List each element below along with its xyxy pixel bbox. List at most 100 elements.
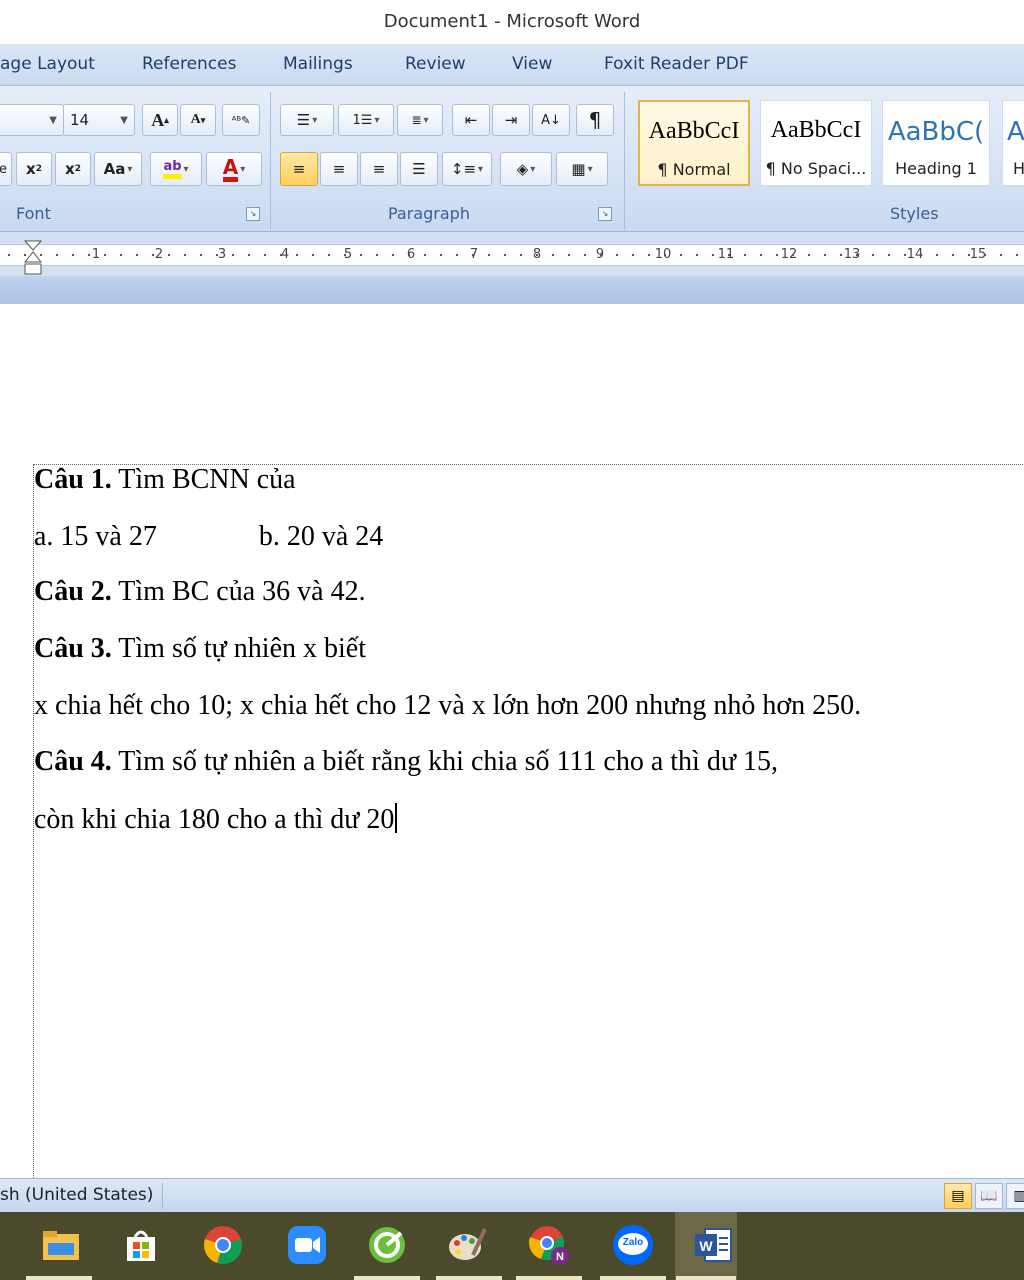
style-no-spacing[interactable]: AaBbCcI ¶ No Spaci... <box>760 100 872 186</box>
ruler-tick <box>440 254 442 256</box>
font-color-icon[interactable]: A <box>206 152 262 186</box>
tab-page-layout[interactable]: age Layout <box>0 54 95 74</box>
ruler-tick <box>744 254 746 256</box>
change-case-icon[interactable]: Aa <box>94 152 142 186</box>
doc-line-6[interactable]: Câu 4. Tìm số tự nhiên a biết rằng khi c… <box>34 746 778 778</box>
chrome-icon[interactable] <box>202 1224 244 1266</box>
align-right-icon[interactable]: ≡ <box>360 152 398 186</box>
ruler-tick <box>568 254 570 256</box>
title-bar: Document1 - Microsoft Word <box>0 0 1024 44</box>
doc-line-7[interactable]: còn khi chia 180 cho a thì dư 20 <box>34 803 398 836</box>
status-bar: sh (United States) ▤ 📖 ▥ <box>0 1178 1024 1212</box>
ruler-number: 7 <box>469 247 479 262</box>
tab-mailings[interactable]: Mailings <box>283 54 353 74</box>
doc-line-1[interactable]: Câu 1. Tìm BCNN của <box>34 464 296 496</box>
indent-marker-icon[interactable] <box>24 240 42 276</box>
ruler-tick <box>616 254 618 256</box>
doc-line-2[interactable]: a. 15 và 27 b. 20 và 24 <box>34 521 383 553</box>
greenshot-icon[interactable] <box>366 1224 408 1266</box>
grow-font-icon[interactable]: A ▴ <box>142 104 178 136</box>
show-formatting-marks-icon[interactable]: ¶ <box>576 104 614 136</box>
svg-text:N: N <box>556 1251 564 1263</box>
tab-view[interactable]: View <box>512 54 552 74</box>
borders-icon[interactable]: ▦ <box>556 152 608 186</box>
ribbon: ▼ 14▼ A▴ A▾ ᴬᴮ✎ e x2 x2 Aa ab A Font ↘ ☰… <box>0 86 1024 232</box>
style-heading-2[interactable]: A H <box>1002 100 1024 186</box>
file-explorer-icon[interactable] <box>40 1224 82 1266</box>
ribbon-tabs: age Layout References Mailings Review Vi… <box>0 44 1024 86</box>
styles-group-label: Styles <box>890 204 939 223</box>
shading-icon[interactable]: ◈ <box>500 152 552 186</box>
sort-icon[interactable]: A↓ <box>532 104 570 136</box>
style-normal[interactable]: AaBbCcI ¶ Normal <box>638 100 750 186</box>
zoom-icon[interactable] <box>286 1224 328 1266</box>
store-icon[interactable] <box>120 1224 162 1266</box>
paint-icon[interactable] <box>446 1224 488 1266</box>
strikethrough-icon[interactable]: e <box>0 152 12 186</box>
ruler-tick <box>344 254 346 256</box>
superscript-icon[interactable]: x2 <box>55 152 91 186</box>
subscript-icon[interactable]: x2 <box>16 152 52 186</box>
ruler-tick <box>600 254 602 256</box>
chrome-profile-icon[interactable]: N <box>528 1224 570 1266</box>
ruler-tick <box>424 254 426 256</box>
ruler-tick <box>264 254 266 256</box>
line-spacing-icon[interactable]: ↕≡ <box>442 152 492 186</box>
align-center-icon[interactable]: ≡ <box>320 152 358 186</box>
document-page[interactable]: Câu 1. Tìm BCNN của a. 15 và 27 b. 20 và … <box>0 304 1024 1184</box>
ruler-tick <box>680 254 682 256</box>
ruler-tick <box>8 254 10 256</box>
ruler-tick <box>712 254 714 256</box>
ruler-tick <box>552 254 554 256</box>
language-status[interactable]: sh (United States) <box>0 1185 153 1205</box>
increase-indent-icon[interactable]: ⇥ <box>492 104 530 136</box>
numbering-icon[interactable]: 1☰ <box>338 104 394 136</box>
doc-line-4[interactable]: Câu 3. Tìm số tự nhiên x biết <box>34 633 366 665</box>
horizontal-ruler[interactable]: 123456789101112131415 <box>0 232 1024 276</box>
doc-line-5[interactable]: x chia hết cho 10; x chia hết cho 12 và … <box>34 690 861 722</box>
ruler-tick <box>328 254 330 256</box>
clear-formatting-icon[interactable]: ᴬᴮ✎ <box>222 104 260 136</box>
ruler-tick <box>136 254 138 256</box>
zalo-label: Zalo <box>622 1237 644 1248</box>
tab-review[interactable]: Review <box>405 54 466 74</box>
ruler-tick <box>184 254 186 256</box>
multilevel-list-icon[interactable]: ≣ <box>397 104 443 136</box>
ruler-number: 13 <box>843 247 861 262</box>
web-layout-view-icon[interactable]: ▥ <box>1006 1183 1024 1209</box>
bullets-icon[interactable]: ☰ <box>280 104 334 136</box>
ruler-tick <box>312 254 314 256</box>
ruler-tick <box>968 254 970 256</box>
tab-foxit-reader-pdf[interactable]: Foxit Reader PDF <box>604 54 749 74</box>
justify-icon[interactable]: ☰ <box>400 152 438 186</box>
ruler-tick <box>760 254 762 256</box>
paragraph-group-label: Paragraph <box>388 204 470 223</box>
print-layout-view-icon[interactable]: ▤ <box>944 1183 972 1209</box>
ruler-tick <box>664 254 666 256</box>
ruler-tick <box>168 254 170 256</box>
align-left-icon[interactable]: ≡ <box>280 152 318 186</box>
ruler-tick <box>808 254 810 256</box>
doc-line-3[interactable]: Câu 2. Tìm BC của 36 và 42. <box>34 576 366 608</box>
ruler-tick <box>216 254 218 256</box>
paragraph-dialog-launcher-icon[interactable]: ↘ <box>598 207 612 221</box>
ruler-tick <box>232 254 234 256</box>
ruler-tick <box>536 254 538 256</box>
ruler-number: 6 <box>406 247 416 262</box>
zalo-icon[interactable]: Zalo <box>612 1224 654 1266</box>
shrink-font-icon[interactable]: A ▾ <box>180 104 216 136</box>
font-size-value: 14 <box>70 111 90 129</box>
highlight-color-icon[interactable]: ab <box>150 152 202 186</box>
style-heading-1[interactable]: AaBbC( Heading 1 <box>882 100 990 186</box>
tab-references[interactable]: References <box>142 54 236 74</box>
font-dialog-launcher-icon[interactable]: ↘ <box>246 207 260 221</box>
word-icon[interactable]: W <box>692 1224 734 1266</box>
ruler-tick <box>56 254 58 256</box>
ruler-tick <box>88 254 90 256</box>
font-size-dropdown[interactable]: 14 ▼ <box>63 104 135 136</box>
svg-text:W: W <box>699 1238 713 1254</box>
font-name-dropdown[interactable]: ▼ <box>0 104 64 136</box>
full-screen-reading-view-icon[interactable]: 📖 <box>975 1183 1003 1209</box>
decrease-indent-icon[interactable]: ⇤ <box>452 104 490 136</box>
ruler-tick <box>504 254 506 256</box>
